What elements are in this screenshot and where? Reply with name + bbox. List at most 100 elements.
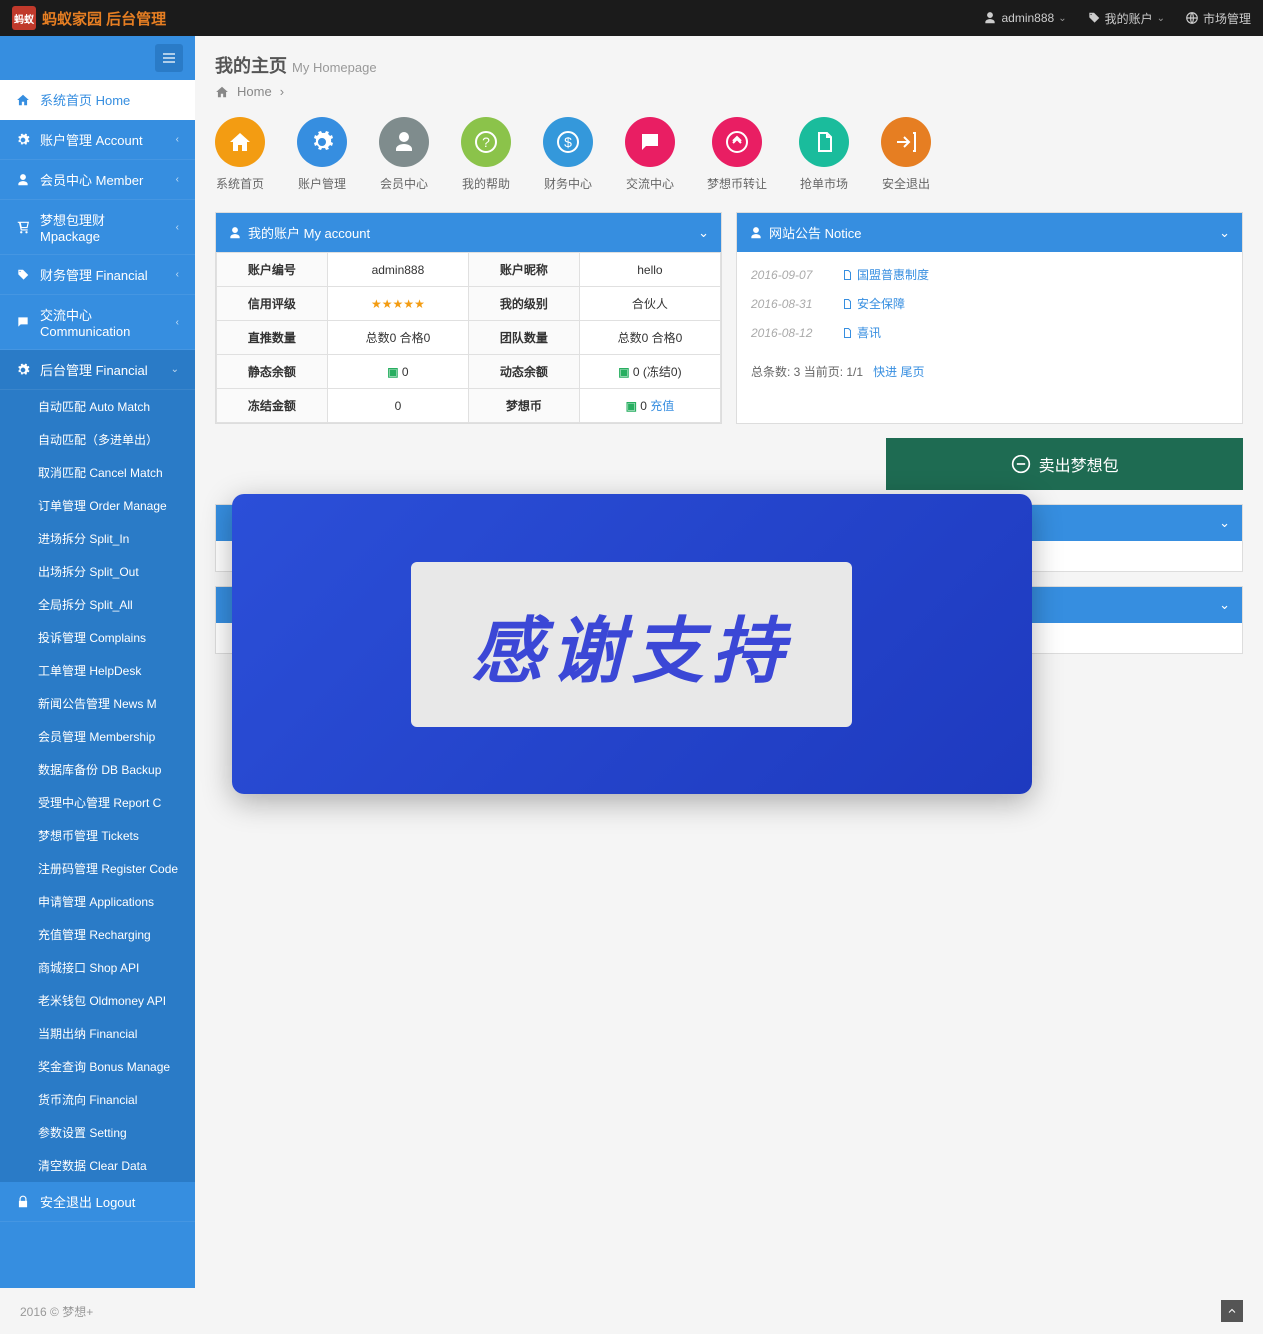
sidebar-item-1[interactable]: 账户管理 Account‹: [0, 120, 195, 160]
submenu-item-6-13[interactable]: 梦想币管理 Tickets: [0, 819, 195, 852]
submenu-item-6-1[interactable]: 自动匹配（多进单出）: [0, 423, 195, 456]
submenu-item-6-7[interactable]: 投诉管理 Complains: [0, 621, 195, 654]
notice-panel: 网站公告 Notice ⌄ 2016-09-07国盟普惠制度2016-08-31…: [736, 212, 1243, 424]
quick-item-6[interactable]: 梦想币转让: [707, 117, 767, 192]
account-label: 账户昵称: [469, 253, 580, 287]
big-action-buttons: 卖出梦想包: [215, 438, 1243, 490]
quick-item-7[interactable]: 抢单市场: [799, 117, 849, 192]
quick-item-label: 交流中心: [626, 175, 674, 192]
submenu-item-6-9[interactable]: 新闻公告管理 News M: [0, 687, 195, 720]
account-label: 梦想币: [469, 389, 580, 423]
submenu-item-6-3[interactable]: 订单管理 Order Manage: [0, 489, 195, 522]
submenu-item-6-16[interactable]: 充值管理 Recharging: [0, 918, 195, 951]
submenu-item-6-18[interactable]: 老米钱包 Oldmoney API: [0, 984, 195, 1017]
quick-item-8[interactable]: 安全退出: [881, 117, 931, 192]
chat-circle-icon: [625, 117, 675, 167]
quick-item-5[interactable]: 交流中心: [625, 117, 675, 192]
notice-row-1: 2016-08-31安全保障: [737, 289, 1242, 318]
submenu-item-6-12[interactable]: 受理中心管理 Report C: [0, 786, 195, 819]
user-icon: [749, 226, 763, 240]
chevron-right-icon: ›: [280, 84, 284, 99]
account-value: 合伙人: [579, 287, 720, 321]
quick-item-2[interactable]: 会员中心: [379, 117, 429, 192]
chevron-icon: ‹: [176, 222, 179, 233]
submenu-item-6-4[interactable]: 进场拆分 Split_In: [0, 522, 195, 555]
chevron-icon: ‹: [176, 317, 179, 328]
sidebar-item-5[interactable]: 交流中心 Communication‹: [0, 295, 195, 350]
sidebar-item-6[interactable]: 后台管理 Financial⌄: [0, 350, 195, 390]
panel-collapse-icon[interactable]: ⌄: [1219, 225, 1230, 241]
submenu-item-6-2[interactable]: 取消匹配 Cancel Match: [0, 456, 195, 489]
quick-item-4[interactable]: $财务中心: [543, 117, 593, 192]
submenu-item-6-8[interactable]: 工单管理 HelpDesk: [0, 654, 195, 687]
account-value: admin888: [327, 253, 468, 287]
doc-circle-icon: [799, 117, 849, 167]
sidebar-item-4[interactable]: 财务管理 Financial‹: [0, 255, 195, 295]
my-account-panel: 我的账户 My account ⌄ 账户编号admin888账户昵称hello信…: [215, 212, 722, 424]
thanks-overlay[interactable]: 感谢支持: [232, 494, 1032, 794]
thanks-overlay-text: 感谢支持: [471, 592, 791, 697]
submenu-item-6-20[interactable]: 奖金查询 Bonus Manage: [0, 1050, 195, 1083]
submenu-item-6-6[interactable]: 全局拆分 Split_All: [0, 588, 195, 621]
submenu-6: 自动匹配 Auto Match自动匹配（多进单出）取消匹配 Cancel Mat…: [0, 390, 195, 1182]
gear-icon: [16, 133, 30, 147]
submenu-item-6-15[interactable]: 申请管理 Applications: [0, 885, 195, 918]
submenu-item-6-5[interactable]: 出场拆分 Split_Out: [0, 555, 195, 588]
sidebar-item-2[interactable]: 会员中心 Member‹: [0, 160, 195, 200]
sidebar-toggle-button[interactable]: [155, 44, 183, 72]
page-title: 我的主页 My Homepage: [215, 52, 1243, 78]
notice-link[interactable]: 安全保障: [841, 295, 905, 312]
account-label: 团队数量: [469, 321, 580, 355]
chevron-down-icon: ⌄: [1058, 13, 1066, 24]
submenu-item-6-19[interactable]: 当期出纳 Financial: [0, 1017, 195, 1050]
submenu-item-6-23[interactable]: 清空数据 Clear Data: [0, 1149, 195, 1182]
topnav-account[interactable]: 我的账户 ⌄: [1087, 10, 1165, 27]
quick-item-0[interactable]: 系统首页: [215, 117, 265, 192]
account-value: ▣ 0 (冻结0): [579, 355, 720, 389]
footer-text: 2016 © 梦想+: [20, 1303, 93, 1320]
globe-icon: [1185, 11, 1199, 25]
sidebar-item-0[interactable]: 系统首页 Home: [0, 80, 195, 120]
sidebar-item-3[interactable]: 梦想包理财 Mpackage‹: [0, 200, 195, 255]
submenu-item-6-14[interactable]: 注册码管理 Register Code: [0, 852, 195, 885]
notice-link[interactable]: 喜讯: [841, 324, 881, 341]
quick-item-label: 账户管理: [298, 175, 346, 192]
quick-item-label: 系统首页: [216, 175, 264, 192]
submenu-item-6-10[interactable]: 会员管理 Membership: [0, 720, 195, 753]
account-row-2: 直推数量总数0 合格0团队数量总数0 合格0: [217, 321, 721, 355]
account-value: 总数0 合格0: [579, 321, 720, 355]
notice-date: 2016-08-12: [751, 326, 831, 340]
sidebar: 系统首页 Home 账户管理 Account‹会员中心 Member‹梦想包理财 …: [0, 36, 195, 1288]
user-icon: [983, 11, 997, 25]
notice-link[interactable]: 国盟普惠制度: [841, 266, 929, 283]
gear-circle-icon: [297, 117, 347, 167]
my-account-panel-title: 我的账户 My account: [248, 223, 692, 242]
topnav-market[interactable]: 市场管理: [1185, 10, 1251, 27]
account-value: ★★★★★: [327, 287, 468, 321]
sell-dream-button[interactable]: 卖出梦想包: [886, 438, 1243, 490]
account-table: 账户编号admin888账户昵称hello信用评级★★★★★我的级别合伙人直推数…: [216, 252, 721, 423]
submenu-item-6-0[interactable]: 自动匹配 Auto Match: [0, 390, 195, 423]
quick-item-label: 梦想币转让: [707, 175, 767, 192]
chevron-down-icon: ⌄: [1157, 13, 1165, 24]
submenu-item-6-11[interactable]: 数据库备份 DB Backup: [0, 753, 195, 786]
quick-item-1[interactable]: 账户管理: [297, 117, 347, 192]
panel-collapse-icon[interactable]: ⌄: [698, 225, 709, 241]
submenu-item-6-21[interactable]: 货币流向 Financial: [0, 1083, 195, 1116]
submenu-item-6-22[interactable]: 参数设置 Setting: [0, 1116, 195, 1149]
topnav-admin[interactable]: admin888 ⌄: [983, 10, 1066, 27]
sidebar-item-label: 系统首页 Home: [40, 90, 179, 109]
breadcrumb-home[interactable]: Home: [237, 84, 272, 99]
quick-item-3[interactable]: ?我的帮助: [461, 117, 511, 192]
tag-icon: [1087, 11, 1101, 25]
svg-text:$: $: [564, 134, 572, 150]
panel-collapse-icon[interactable]: ⌄: [1219, 515, 1230, 531]
submenu-item-6-17[interactable]: 商城接口 Shop API: [0, 951, 195, 984]
notice-panel-title: 网站公告 Notice: [769, 223, 1213, 242]
panel-collapse-icon[interactable]: ⌄: [1219, 597, 1230, 613]
notice-fast-link[interactable]: 快进: [873, 365, 897, 379]
scroll-top-button[interactable]: [1221, 1300, 1243, 1322]
sidebar-item-7[interactable]: 安全退出 Logout: [0, 1182, 195, 1222]
notice-last-link[interactable]: 尾页: [900, 365, 924, 379]
recharge-link[interactable]: 充值: [650, 399, 674, 413]
